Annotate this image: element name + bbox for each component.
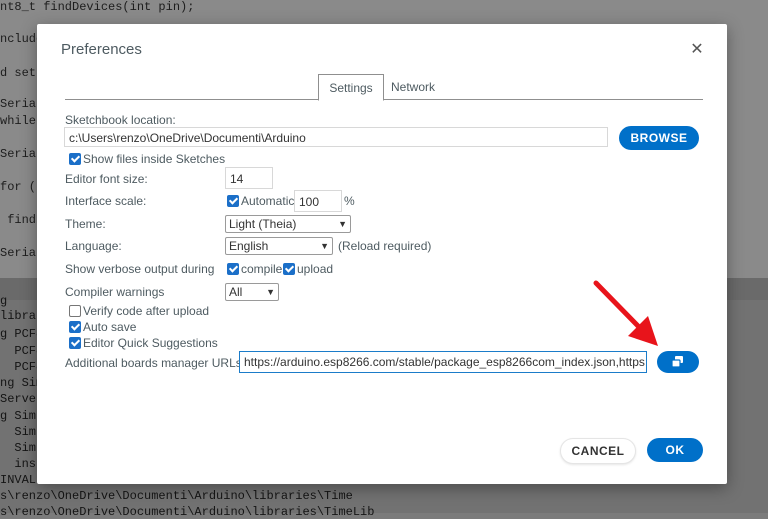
annotation-arrow bbox=[593, 280, 658, 346]
